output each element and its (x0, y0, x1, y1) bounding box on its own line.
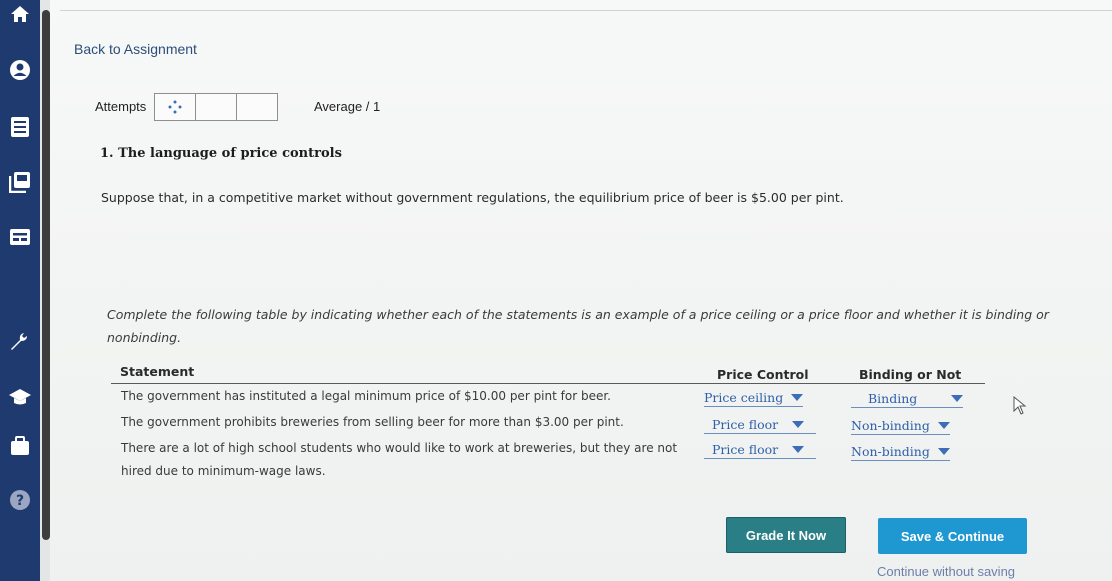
price-control-value: Price floor (712, 416, 779, 432)
attempt-box-2 (195, 93, 237, 121)
price-control-value: Price ceiling (704, 389, 784, 405)
question-scenario: Suppose that, in a competitive market wi… (101, 190, 844, 205)
price-control-select-row3[interactable]: Price floor (704, 440, 816, 459)
scrollbar-thumb[interactable] (42, 10, 50, 540)
question-instructions: Complete the following table by indicati… (107, 307, 1049, 345)
header-binding: Binding or Not (859, 367, 962, 382)
dropdown-caret-icon (792, 420, 805, 428)
dropdown-caret-icon (937, 447, 950, 455)
help-icon[interactable]: ? (8, 488, 32, 512)
courses-icon[interactable] (8, 385, 32, 409)
gradebook-icon[interactable] (8, 225, 32, 249)
loading-spinner-icon (168, 100, 182, 114)
answer-table: Statement Price Control Binding or Not T… (111, 361, 985, 478)
header-price-control: Price Control (717, 367, 809, 382)
books-icon[interactable] (8, 170, 32, 194)
price-control-select-row1[interactable]: Price ceiling (704, 388, 804, 407)
back-to-assignment-link[interactable]: Back to Assignment (74, 41, 197, 57)
grade-it-now-button[interactable]: Grade It Now (726, 517, 846, 553)
dropdown-caret-icon (951, 394, 963, 402)
average-label: Average / 1 (314, 99, 381, 114)
binding-value: Binding (868, 390, 918, 406)
assignments-icon[interactable] (8, 115, 32, 139)
attempt-box-1 (154, 93, 196, 121)
attempts-label: Attempts (95, 99, 147, 114)
question-title: 1. The language of price controls (100, 146, 342, 161)
row-statement: The government prohibits breweries from … (121, 415, 624, 429)
help-glyph: ? (16, 493, 24, 509)
price-control-select-row2[interactable]: Price floor (704, 415, 816, 434)
dropdown-caret-icon (937, 421, 950, 429)
price-control-value: Price floor (712, 441, 779, 457)
row-statement: There are a lot of high school students … (121, 441, 678, 478)
row-statement: The government has instituted a legal mi… (121, 389, 611, 403)
binding-value: Non-binding (851, 417, 930, 433)
tools-icon[interactable] (8, 330, 32, 354)
save-and-continue-button[interactable]: Save & Continue (878, 518, 1027, 554)
mouse-cursor-icon (1013, 395, 1027, 420)
attempt-box-3 (236, 93, 278, 121)
binding-select-row2[interactable]: Non-binding (851, 416, 950, 435)
header-statement: Statement (120, 364, 195, 379)
continue-without-saving-link[interactable]: Continue without saving (877, 564, 1015, 579)
binding-select-row3[interactable]: Non-binding (851, 442, 950, 461)
left-nav-sidebar: ? (0, 0, 40, 581)
table-header: Statement Price Control Binding or Not (111, 361, 985, 384)
binding-value: Non-binding (851, 443, 930, 459)
home-icon[interactable] (8, 2, 32, 26)
dropdown-caret-icon (792, 445, 805, 453)
assignment-page: ? Back to Assignment Attempts Average / … (0, 0, 1112, 581)
briefcase-icon[interactable] (8, 434, 32, 458)
attempts-indicator (154, 93, 278, 121)
dropdown-caret-icon (791, 393, 804, 401)
header-divider (60, 10, 1112, 11)
account-icon[interactable] (8, 58, 32, 82)
binding-select-row1[interactable]: Binding (851, 389, 963, 408)
